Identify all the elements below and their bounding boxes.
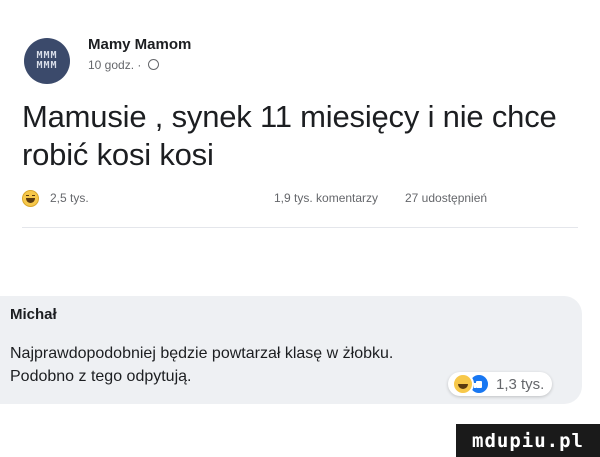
post-author[interactable]: Mamy Mamom <box>88 36 191 53</box>
post-text: Mamusie , synek 11 miesięcy i nie chce r… <box>22 99 557 172</box>
post-stats: 2,5 tys. 1,9 tys. komentarzy 27 udostępn… <box>22 190 578 210</box>
watermark-logo: mdupiu.pl <box>456 424 600 457</box>
page-avatar[interactable]: MMM MMM <box>24 38 70 84</box>
share-count[interactable]: 27 udostępnień <box>405 191 487 205</box>
globe-icon <box>147 59 159 71</box>
comment-reactions[interactable]: 1,3 tys. <box>448 372 553 396</box>
comment-bubble: Michał Najprawdopodobniej będzie powtarz… <box>0 296 582 404</box>
post-meta: 10 godz. · <box>88 58 159 72</box>
laugh-reaction-icon <box>452 373 474 395</box>
post-card: MMM MMM Mamy Mamom 10 godz. · Mamusie , s… <box>0 0 600 250</box>
comment-author[interactable]: Michał <box>10 306 57 323</box>
reaction-count[interactable]: 2,5 tys. <box>50 191 89 205</box>
comment-count[interactable]: 1,9 tys. komentarzy <box>274 191 378 205</box>
comment-reaction-count: 1,3 tys. <box>496 375 545 393</box>
divider <box>22 227 578 228</box>
post-time[interactable]: 10 godz. · <box>88 58 141 72</box>
laugh-reaction-icon[interactable] <box>22 190 39 207</box>
comment-line-1: Najprawdopodobniej będzie powtarzał klas… <box>10 345 394 362</box>
